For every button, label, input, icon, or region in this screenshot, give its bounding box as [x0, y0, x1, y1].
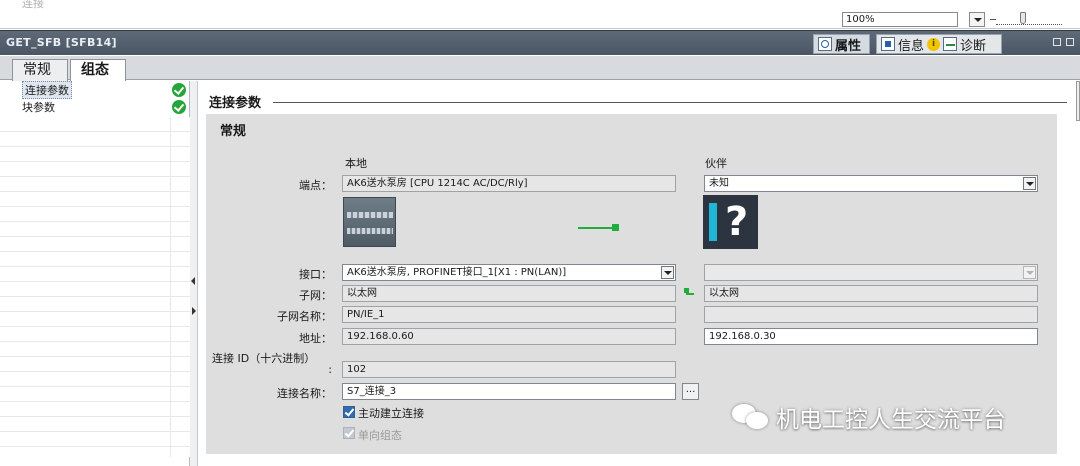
nav-item-label: 块参数 [22, 100, 55, 114]
local-interface-select[interactable]: AK6送水泵房, PROFINET接口_1[X1 : PN(LAN)] [342, 264, 676, 281]
check-icon [172, 83, 186, 97]
diagnostics-icon [943, 37, 958, 51]
panel-title: GET_SFB [SFB14] [6, 36, 117, 49]
conn-name-input[interactable]: S7_连接_3 [342, 383, 676, 400]
partner-endpoint-select[interactable]: 未知 [704, 175, 1038, 192]
properties-icon [818, 37, 832, 51]
zoom-slider-track[interactable] [996, 19, 1062, 25]
local-address-field: 192.168.0.60 [342, 328, 676, 345]
chevron-down-icon[interactable] [1023, 177, 1036, 190]
unknown-partner-image: ? [703, 195, 758, 249]
subtab-general[interactable]: 常规 [12, 59, 68, 81]
expand-right-icon[interactable] [192, 307, 196, 315]
partner-interface-select [704, 264, 1038, 281]
conn-name-label: 连接名称： [277, 387, 332, 400]
partner-subnet-name-field [704, 306, 1038, 323]
conn-id-label-colon: : [328, 363, 332, 376]
connection-node [612, 224, 619, 231]
zoom-select[interactable]: 100% [842, 12, 958, 27]
tab-info-label: 信息 [898, 38, 925, 54]
partner-subnet-field: 以太网 [704, 285, 1038, 302]
nav-divider [170, 117, 171, 457]
watermark-text: 机电工控人生交流平台 [776, 407, 1006, 433]
subnet-link-icon [684, 288, 694, 298]
interface-label: 接口： [299, 268, 332, 281]
local-interface-value: AK6送水泵房, PROFINET接口_1[X1 : PN(LAN)] [347, 267, 567, 278]
local-cpu-image [343, 197, 396, 247]
local-subnet-field: 以太网 [342, 285, 676, 302]
inspector-header: GET_SFB [SFB14] 属性 信息 i 诊断 [0, 30, 1080, 55]
section-divider [273, 102, 1067, 103]
collapse-left-icon[interactable] [191, 277, 195, 285]
nav-item-label: 连接参数 [22, 80, 72, 99]
zoom-slider-thumb[interactable] [1020, 12, 1026, 24]
one-way-checkbox [343, 427, 355, 439]
partner-address-input[interactable]: 192.168.0.30 [704, 328, 1038, 345]
connection-line [578, 227, 614, 229]
nav-empty-rows [0, 117, 190, 457]
tab-properties[interactable]: 属性 [813, 34, 871, 54]
active-connection-checkbox[interactable] [343, 406, 355, 418]
subtab-configuration[interactable]: 组态 [70, 59, 126, 82]
wechat-logo-icon [732, 402, 770, 432]
zoom-dropdown-button[interactable] [969, 12, 985, 27]
local-endpoint-field: AK6送水泵房 [CPU 1214C AC/DC/Rly] [342, 175, 676, 192]
info-icon [881, 37, 896, 51]
inspector-tabs: 属性 信息 i 诊断 [813, 34, 1003, 54]
tab-info[interactable]: 信息 i 诊断 [876, 34, 1003, 54]
one-way-label: 单向组态 [358, 429, 402, 442]
local-header: 本地 [345, 157, 367, 170]
active-connection-label: 主动建立连接 [358, 407, 424, 420]
question-mark-icon: ? [725, 199, 749, 245]
nav-item-block-params[interactable]: 块参数 [0, 98, 189, 115]
partner-header: 伙伴 [705, 157, 727, 170]
check-icon [172, 100, 186, 114]
watermark: 机电工控人生交流平台 [732, 400, 1006, 434]
conn-id-field: 102 [342, 361, 676, 378]
browse-button[interactable]: ... [682, 383, 699, 400]
section-title: 连接参数 [209, 92, 268, 111]
chevron-down-icon [1023, 266, 1036, 279]
address-label: 地址： [299, 332, 332, 345]
tab-properties-label: 属性 [835, 38, 862, 54]
local-subnet-name-field: PN/IE_1 [342, 306, 676, 323]
pane-splitter[interactable] [190, 81, 198, 466]
subtab-bar: 常规 组态 [0, 56, 1080, 82]
toolbar-partial-label: 连接 [22, 0, 44, 10]
subnet-label: 子网： [299, 289, 332, 302]
chevron-down-icon[interactable] [661, 266, 674, 279]
float-icon[interactable] [1053, 38, 1061, 46]
warning-icon: i [927, 37, 941, 51]
panel-window-controls [1053, 38, 1074, 46]
nav-item-connection-params[interactable]: 连接参数 [0, 80, 189, 99]
subnet-name-label: 子网名称： [277, 310, 332, 323]
partner-endpoint-value: 未知 [709, 178, 729, 189]
group-title: 常规 [220, 124, 247, 139]
vertical-scrollbar[interactable] [1076, 81, 1080, 121]
partner-device-bar [709, 203, 717, 241]
endpoint-label: 端点： [299, 179, 332, 192]
tab-diagnostics-label[interactable]: 诊断 [960, 35, 986, 54]
left-navigation: 连接参数 块参数 [0, 80, 190, 466]
top-toolbar: 连接 100% [0, 0, 1080, 29]
minimize-icon[interactable] [1066, 38, 1074, 46]
